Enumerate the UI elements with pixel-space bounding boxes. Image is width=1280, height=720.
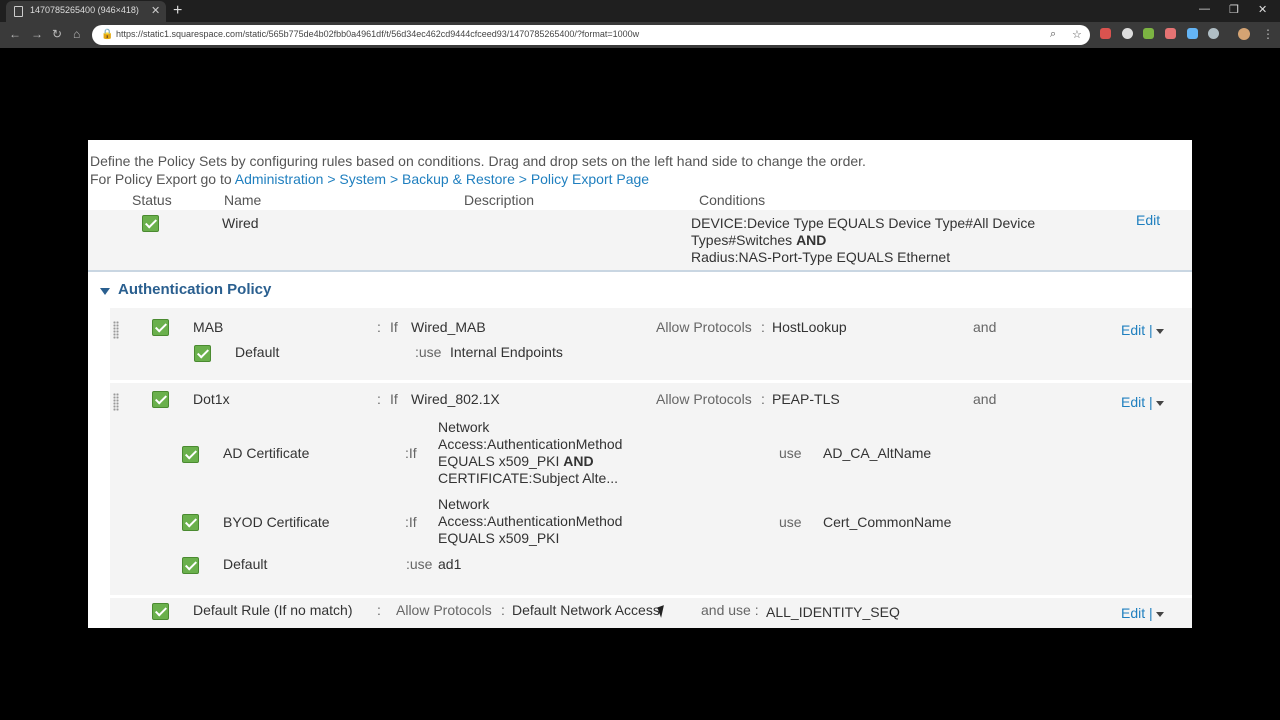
policy-set-name: Wired bbox=[222, 215, 259, 231]
default-rule-name: Default bbox=[235, 344, 280, 360]
minimize-icon[interactable]: — bbox=[1199, 3, 1210, 15]
drag-handle-icon[interactable] bbox=[113, 321, 119, 339]
status-enabled-icon[interactable] bbox=[182, 446, 199, 463]
lock-icon: 🔒 bbox=[101, 29, 114, 40]
edit-rule-link[interactable]: Edit | bbox=[1121, 605, 1164, 621]
collapse-triangle-icon[interactable] bbox=[100, 288, 110, 295]
rule-name: Default Rule (If no match) bbox=[193, 602, 353, 618]
forward-icon[interactable]: → bbox=[31, 27, 43, 41]
intro-line-1: Define the Policy Sets by configuring ru… bbox=[90, 153, 866, 169]
browser-toolbar: ← → ↻ ⌂ 🔒 https://static1.squarespace.co… bbox=[0, 22, 1280, 48]
url-text: https://static1.squarespace.com/static/5… bbox=[116, 29, 640, 39]
default-rule-section: Default Rule (If no match) : Allow Proto… bbox=[110, 598, 1192, 628]
rule-condition: Wired_802.1X bbox=[411, 391, 500, 407]
policy-sets-panel: Define the Policy Sets by configuring ru… bbox=[88, 140, 1192, 628]
close-window-icon[interactable]: ✕ bbox=[1258, 3, 1267, 16]
inner-rule-name: Default bbox=[223, 556, 268, 572]
back-icon[interactable]: ← bbox=[9, 27, 21, 41]
status-enabled-icon[interactable] bbox=[182, 514, 199, 531]
conditions-header: Conditions bbox=[699, 192, 766, 208]
tab-title: 1470785265400 (946×418) bbox=[30, 5, 139, 15]
intro-line-2: For Policy Export go to Administration >… bbox=[90, 171, 650, 187]
identity-store: ALL_IDENTITY_SEQ bbox=[766, 604, 900, 620]
authentication-policy-title[interactable]: Authentication Policy bbox=[118, 281, 271, 298]
status-enabled-icon[interactable] bbox=[152, 319, 169, 336]
rule-name: MAB bbox=[193, 319, 224, 335]
dot1x-rule-section: Dot1x : If Wired_802.1X Allow Protocols … bbox=[110, 383, 1192, 595]
extension-icon[interactable] bbox=[1208, 28, 1219, 39]
edit-rule-link[interactable]: Edit | bbox=[1121, 322, 1164, 338]
status-enabled-icon[interactable] bbox=[152, 391, 169, 408]
rule-name: Dot1x bbox=[193, 391, 230, 407]
extension-icon[interactable] bbox=[1100, 28, 1111, 39]
bookmark-star-icon[interactable]: ☆ bbox=[1072, 28, 1082, 41]
allowed-protocol: Default Network Access bbox=[512, 602, 660, 618]
dropdown-caret-icon[interactable] bbox=[1155, 400, 1164, 406]
restore-icon[interactable]: ❐ bbox=[1229, 3, 1239, 16]
close-tab-icon[interactable]: ✕ bbox=[151, 4, 160, 17]
address-bar[interactable]: 🔒 https://static1.squarespace.com/static… bbox=[92, 25, 1090, 45]
description-header: Description bbox=[464, 192, 535, 208]
reload-icon[interactable]: ↻ bbox=[52, 27, 62, 41]
policy-set-conditions: DEVICE:Device Type EQUALS Device Type#Al… bbox=[691, 215, 1036, 265]
edit-policy-set-link[interactable]: Edit bbox=[1136, 212, 1160, 228]
rule-condition: Wired_MAB bbox=[411, 319, 486, 335]
status-enabled-icon[interactable] bbox=[182, 557, 199, 574]
extension-icon[interactable] bbox=[1122, 28, 1133, 39]
mab-rule-section: MAB : If Wired_MAB Allow Protocols : Hos… bbox=[110, 308, 1192, 380]
dropdown-caret-icon[interactable] bbox=[1155, 328, 1164, 334]
status-enabled-icon[interactable] bbox=[142, 215, 159, 232]
home-icon[interactable]: ⌂ bbox=[73, 27, 80, 41]
status-enabled-icon[interactable] bbox=[152, 603, 169, 620]
policy-set-row[interactable]: Wired DEVICE:Device Type EQUALS Device T… bbox=[88, 210, 1192, 272]
status-enabled-icon[interactable] bbox=[194, 345, 211, 362]
identity-store: AD_CA_AltName bbox=[823, 445, 932, 461]
allowed-protocol: HostLookup bbox=[772, 319, 847, 335]
extension-icon[interactable] bbox=[1143, 28, 1154, 39]
inner-rule-name: AD Certificate bbox=[223, 445, 310, 461]
policy-export-link[interactable]: Administration > System > Backup & Resto… bbox=[235, 171, 649, 187]
extension-icon[interactable] bbox=[1165, 28, 1176, 39]
inner-rule-condition: Network Access:AuthenticationMethod EQUA… bbox=[438, 419, 623, 486]
new-tab-icon[interactable]: + bbox=[173, 1, 182, 21]
identity-store: Internal Endpoints bbox=[450, 344, 563, 360]
inner-rule-condition: Network Access:AuthenticationMethod EQUA… bbox=[438, 496, 623, 546]
allowed-protocol: PEAP-TLS bbox=[772, 391, 840, 407]
dropdown-caret-icon[interactable] bbox=[1155, 611, 1164, 617]
drag-handle-icon[interactable] bbox=[113, 393, 119, 411]
avatar[interactable] bbox=[1238, 28, 1250, 40]
browser-tab[interactable]: 1470785265400 (946×418) ✕ bbox=[6, 1, 166, 22]
extension-icon[interactable] bbox=[1187, 28, 1198, 39]
zoom-icon[interactable]: ⌕ bbox=[1050, 28, 1056, 41]
inner-rule-name: BYOD Certificate bbox=[223, 514, 330, 530]
status-header: Status bbox=[132, 192, 172, 208]
menu-icon[interactable]: ⋮ bbox=[1262, 27, 1274, 41]
name-header: Name bbox=[224, 192, 262, 208]
edit-rule-link[interactable]: Edit | bbox=[1121, 394, 1164, 410]
browser-tab-bar: 1470785265400 (946×418) ✕ + — ❐ ✕ bbox=[0, 0, 1280, 22]
identity-store: ad1 bbox=[438, 556, 462, 572]
identity-store: Cert_CommonName bbox=[823, 514, 952, 530]
page-icon bbox=[14, 6, 23, 17]
intro-text: Define the Policy Sets by configuring ru… bbox=[90, 152, 866, 188]
